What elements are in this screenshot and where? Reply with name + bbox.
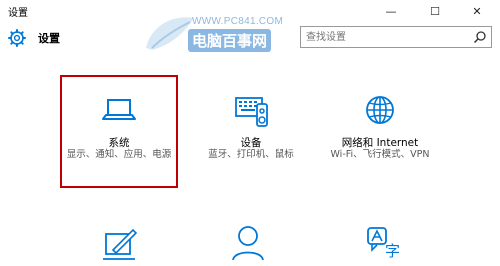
tile-devices-desc: 蓝牙、打印机、鼠标: [208, 149, 294, 160]
tile-accounts[interactable]: [188, 224, 308, 266]
tile-devices[interactable]: 设备 蓝牙、打印机、鼠标: [191, 95, 311, 175]
devices-icon: [235, 97, 268, 127]
minimize-icon: —: [385, 4, 397, 18]
tile-network[interactable]: 网络和 Internet Wi-Fi、飞行模式、VPN: [320, 95, 440, 175]
minimize-button[interactable]: —: [376, 0, 406, 22]
maximize-icon: ☐: [430, 4, 440, 18]
search-box[interactable]: [300, 26, 492, 48]
search-icon[interactable]: [473, 30, 487, 44]
svg-text:字: 字: [385, 242, 400, 260]
watermark: WWW.PC841.COM 电脑百事网: [140, 8, 290, 56]
tile-network-desc: Wi-Fi、飞行模式、VPN: [330, 149, 430, 160]
close-icon: ✕: [472, 4, 482, 18]
time-language-icon: 字: [367, 227, 400, 260]
globe-icon: [366, 96, 394, 124]
watermark-name: 电脑百事网: [188, 29, 272, 52]
personalization-icon: [103, 228, 138, 260]
page-title: 设置: [38, 32, 60, 45]
tile-personalization[interactable]: [59, 226, 179, 266]
settings-window: 设置 — ☐ ✕ WWW.PC841.COM 电脑百事网 设置 查找设置 系统 …: [0, 0, 500, 266]
search-input[interactable]: [306, 30, 466, 44]
gear-icon: [8, 29, 26, 47]
window-title: 设置: [8, 8, 28, 19]
tile-time-language[interactable]: 字: [322, 224, 442, 266]
maximize-button[interactable]: ☐: [420, 0, 450, 22]
highlight-box: [60, 75, 178, 188]
watermark-url: WWW.PC841.COM: [192, 16, 284, 27]
accounts-icon: [232, 226, 264, 260]
close-button[interactable]: ✕: [462, 0, 492, 22]
